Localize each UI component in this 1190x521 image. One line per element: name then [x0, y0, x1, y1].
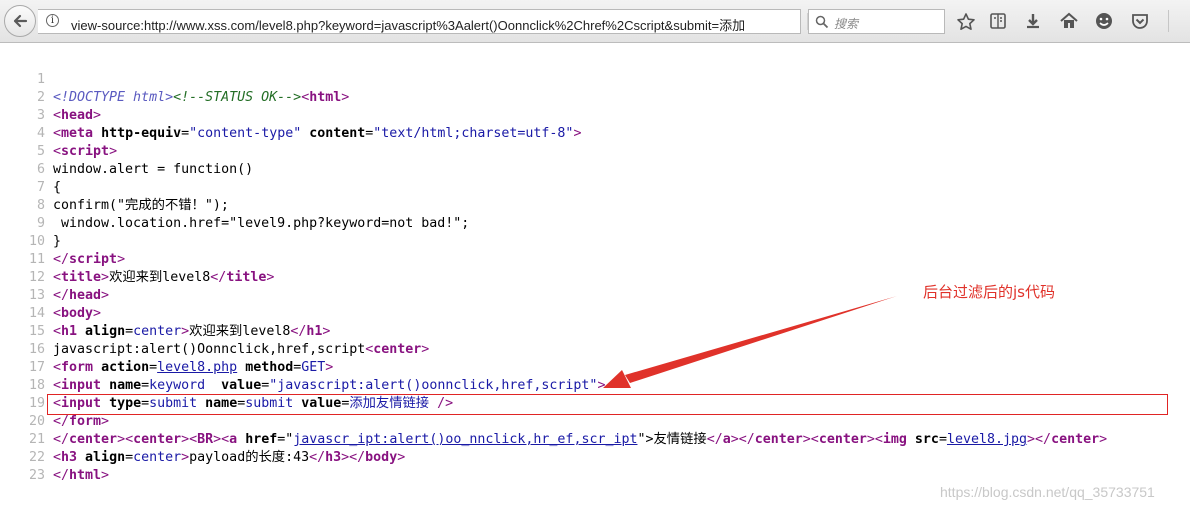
source-line: 9 }: [0, 197, 1190, 249]
back-arrow-icon: [13, 14, 28, 28]
source-line: 19 </form>: [0, 377, 1190, 429]
source-line: 3 <meta http-equiv="content-type" conten…: [0, 89, 1190, 141]
source-line: 7 confirm("完成的不错！");: [0, 161, 1190, 213]
annotation-label: 后台过滤后的js代码: [923, 283, 1055, 301]
source-line: 12 </head>: [0, 251, 1190, 303]
search-bar[interactable]: 搜索: [808, 9, 945, 34]
url-bar[interactable]: i view-source:http://www.xss.com/level8.…: [38, 9, 828, 34]
highlight-box: [47, 394, 1168, 415]
source-line: 6 {: [0, 143, 1190, 195]
source-line: 18 <input type=submit name=submit value=…: [0, 359, 1190, 411]
bookmark-star-icon[interactable]: [956, 12, 976, 32]
source-line: 5 window.alert = function(): [0, 125, 1190, 177]
tag-name: html: [69, 468, 102, 483]
pocket-icon[interactable]: [1131, 12, 1149, 30]
tag-bracket: </: [53, 468, 70, 483]
search-input[interactable]: 搜索: [834, 15, 858, 32]
home-icon[interactable]: [1060, 12, 1078, 30]
back-button[interactable]: [4, 5, 36, 37]
download-icon[interactable]: [1024, 12, 1042, 30]
line-code: </html>: [53, 467, 109, 485]
url-text[interactable]: view-source:http://www.xss.com/level8.ph…: [71, 15, 751, 34]
source-line: 15 javascript:alert()Oonnclick,href,scri…: [0, 305, 1190, 357]
menu-overflow-divider: [1168, 10, 1169, 32]
line-number: 23: [28, 468, 45, 483]
feedback-face-icon[interactable]: [1095, 12, 1113, 30]
source-line: 23: [0, 449, 1190, 483]
source-line: 11 <title>欢迎来到level8</title>: [0, 233, 1190, 285]
source-line: 2 <head>: [0, 71, 1190, 123]
search-icon: [815, 15, 829, 29]
info-icon[interactable]: i: [46, 14, 59, 27]
watermark: https://blog.csdn.net/qq_35733751: [940, 484, 1155, 500]
browser-toolbar: i view-source:http://www.xss.com/level8.…: [0, 0, 1190, 43]
source-line: 4 <script>: [0, 107, 1190, 159]
source-line: 8 window.location.href="level9.php?keywo…: [0, 179, 1190, 231]
reading-list-icon[interactable]: [989, 12, 1007, 30]
source-line: 1 <!DOCTYPE html><!--STATUS OK--><html>: [0, 53, 1190, 105]
tag-bracket: >: [101, 468, 110, 483]
source-line: 21 <h3 align=center>payload的长度:43</h3></…: [0, 413, 1190, 465]
source-line: 10 </script>: [0, 215, 1190, 267]
source-line: 17 <input name=keyword value="javascript…: [0, 341, 1190, 393]
source-line: 16 <form action=level8.php method=GET>: [0, 323, 1190, 375]
source-line: 22 </html>: [0, 431, 1190, 483]
